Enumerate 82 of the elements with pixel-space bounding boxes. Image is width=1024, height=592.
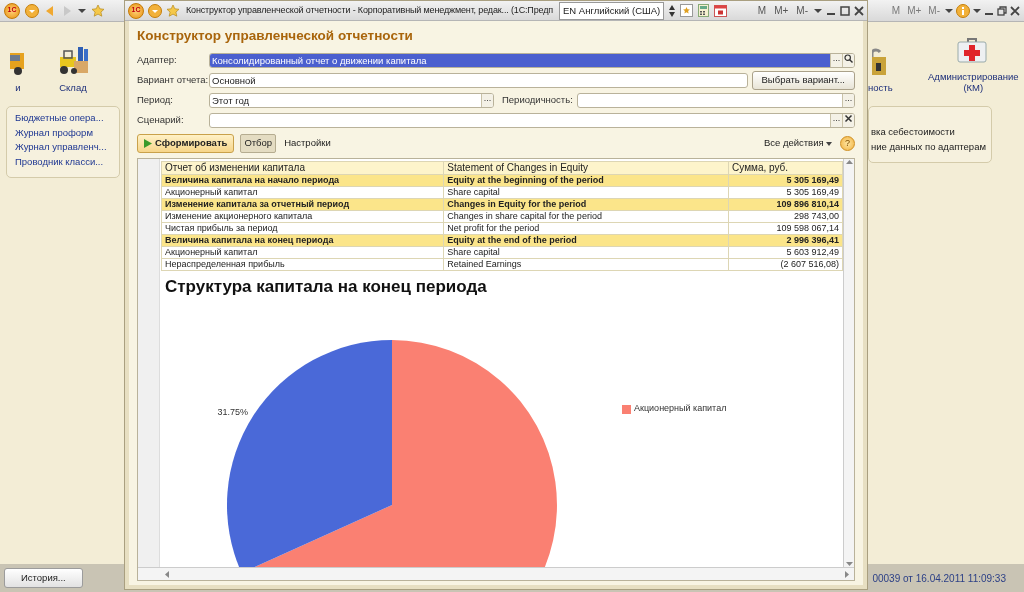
vertical-scrollbar[interactable] [843,158,854,567]
input-field[interactable]: Основной [209,73,748,88]
table-cell: Акционерный капитал [161,186,444,198]
table-cell: Share capital [443,246,729,258]
status-text: 00039 от 16.04.2011 11:09:33 [872,571,1007,586]
choice-button[interactable]: ... [830,114,842,127]
dropdown-icon[interactable] [148,3,162,18]
choice-button[interactable]: ... [830,54,842,67]
table-cell: 109 598 067,14 [728,222,843,234]
maximize-icon[interactable] [840,5,850,16]
nav-link[interactable]: Журнал управленч... [15,140,113,155]
choose-variant-button[interactable]: Выбрать вариант... [751,71,855,90]
all-actions-button[interactable]: Все действия [761,136,834,151]
section-label[interactable]: ность [868,83,893,94]
caret-icon[interactable] [973,7,981,14]
field-label: Адаптер: [137,53,178,68]
nav-link[interactable]: ние данных по адаптерам [871,139,985,154]
star-icon[interactable] [91,3,105,18]
chart-title: Структура капитала на конец периода [164,275,488,298]
section-label[interactable]: и [15,83,21,94]
table-cell: Net profit for the period [443,222,729,234]
nav-link[interactable]: Бюджетные опера... [15,111,113,126]
field-label: Сценарий: [137,113,185,128]
table-cell: Нераспределенная прибыль [161,258,444,270]
history-button[interactable]: История... [4,567,83,589]
caret-icon [826,141,832,146]
column-header: Сумма, руб. [728,161,843,174]
input-field[interactable]: ... [576,93,855,108]
scroll-up-icon[interactable] [845,158,853,164]
play-icon [144,139,152,148]
close-icon[interactable] [854,5,864,16]
data-label: 31.75% [217,406,248,419]
scroll-left-icon[interactable] [164,570,169,578]
field-label: Периодичность: [501,93,573,108]
help-button[interactable]: ? [840,136,855,151]
window-title: Конструктор управленческой отчетности - Корпоративный менеджмент, редак... (1С:Предп [185,3,555,17]
table-cell: Изменение акционерного капитала [161,210,444,222]
choice-button[interactable]: ... [842,94,854,107]
field-label: Период: [137,93,174,108]
horizontal-scrollbar[interactable] [138,567,854,580]
search-icon[interactable] [844,54,853,64]
table-cell: 298 743,00 [728,210,843,222]
table-cell: Changes in share capital for the period [443,210,729,222]
star-icon[interactable] [166,3,180,18]
table-cell: Чистая прибыль за период [161,222,444,234]
calculator-icon[interactable] [697,4,711,18]
table-cell: Share capital [443,186,729,198]
caret-icon[interactable] [945,7,953,14]
settings-button[interactable]: Настройки [282,136,333,151]
nav-link[interactable]: Проводник класси... [15,154,113,169]
calendar-icon[interactable] [714,4,728,18]
close-icon[interactable] [1010,5,1020,16]
clear-icon[interactable] [844,114,853,124]
spinner-icon[interactable] [668,3,677,18]
form-heading: Конструктор управленческой отчетности [137,27,414,46]
choice-button[interactable]: ... [481,94,493,107]
column-header: Отчет об изменении капитала [161,161,444,174]
filter-button[interactable]: Отбор [240,134,277,153]
dropdown-icon[interactable] [25,3,39,18]
scroll-right-icon[interactable] [845,570,850,578]
input-field[interactable]: Консолидированный отчет о движении капитала ... [209,53,855,68]
input-field[interactable]: Этот год ... [209,93,494,108]
table-cell: 5 305 169,49 [728,186,843,198]
restore-icon[interactable] [997,5,1007,16]
section-label[interactable]: Администрирование (КМ) [922,72,1024,94]
table-cell: (2 607 516,08) [728,258,843,270]
table-cell: Retained Earnings [443,258,729,270]
nav-link[interactable]: Журнал проформ [15,125,113,140]
nav-link[interactable]: вка себестоимости [871,125,985,140]
column-header: Statement of Changes in Equity [443,161,729,174]
caret-icon[interactable] [814,7,822,14]
table-cell: Акционерный капитал [161,246,444,258]
memory-button[interactable]: M [755,3,769,19]
table-cell: 5 603 912,49 [728,246,843,258]
input-field[interactable]: ... [209,113,855,128]
generate-button[interactable]: Сформировать [137,134,235,153]
legend-label: Акционерный капитал [634,403,727,413]
language-indicator[interactable]: EN Английский (США) [559,1,665,20]
caret-icon[interactable] [78,7,86,14]
section-label[interactable]: Склад [59,83,87,94]
memory-button[interactable]: M+ [772,3,791,19]
memory-button[interactable]: M- [794,3,810,19]
